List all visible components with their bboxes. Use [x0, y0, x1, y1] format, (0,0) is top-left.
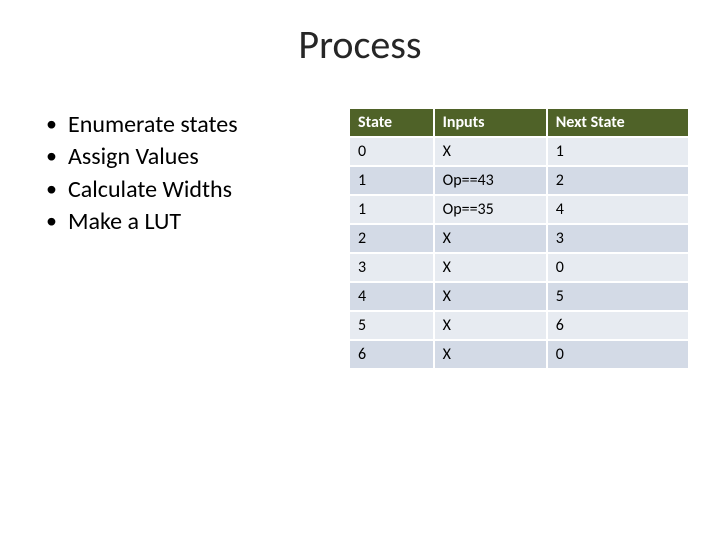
- cell: X: [434, 282, 547, 311]
- cell: X: [434, 253, 547, 282]
- table-row: 2 X 3: [350, 224, 689, 253]
- cell: 0: [547, 253, 689, 282]
- cell: 3: [547, 224, 689, 253]
- cell: 4: [547, 195, 689, 224]
- cell: 5: [547, 282, 689, 311]
- col-inputs: Inputs: [434, 109, 547, 137]
- cell: 0: [350, 137, 434, 166]
- cell: X: [434, 340, 547, 369]
- table-header-row: State Inputs Next State: [350, 109, 689, 137]
- list-item: Calculate Widths: [40, 174, 350, 206]
- cell: 5: [350, 311, 434, 340]
- table-row: 3 X 0: [350, 253, 689, 282]
- cell: 1: [350, 195, 434, 224]
- bullet-list: Enumerate states Assign Values Calculate…: [40, 109, 350, 370]
- state-table: State Inputs Next State 0 X 1 1 Op==43 2…: [350, 109, 690, 370]
- table-row: 4 X 5: [350, 282, 689, 311]
- list-item: Assign Values: [40, 141, 350, 173]
- col-state: State: [350, 109, 434, 137]
- cell: X: [434, 224, 547, 253]
- col-next-state: Next State: [547, 109, 689, 137]
- table-row: 6 X 0: [350, 340, 689, 369]
- cell: Op==43: [434, 166, 547, 195]
- cell: 6: [350, 340, 434, 369]
- cell: X: [434, 137, 547, 166]
- cell: 3: [350, 253, 434, 282]
- cell: 0: [547, 340, 689, 369]
- cell: X: [434, 311, 547, 340]
- cell: 1: [350, 166, 434, 195]
- cell: Op==35: [434, 195, 547, 224]
- table-row: 1 Op==35 4: [350, 195, 689, 224]
- list-item: Make a LUT: [40, 206, 350, 238]
- table-row: 5 X 6: [350, 311, 689, 340]
- table-row: 0 X 1: [350, 137, 689, 166]
- slide-content: Enumerate states Assign Values Calculate…: [0, 69, 720, 370]
- list-item: Enumerate states: [40, 109, 350, 141]
- cell: 2: [350, 224, 434, 253]
- cell: 4: [350, 282, 434, 311]
- slide-title: Process: [0, 0, 720, 69]
- table-row: 1 Op==43 2: [350, 166, 689, 195]
- cell: 6: [547, 311, 689, 340]
- cell: 2: [547, 166, 689, 195]
- cell: 1: [547, 137, 689, 166]
